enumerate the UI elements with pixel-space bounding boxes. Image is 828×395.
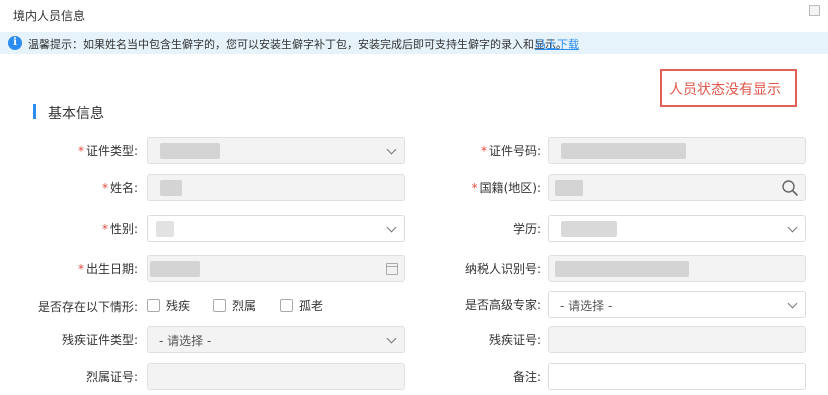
window-title: 境内人员信息 <box>13 9 86 23</box>
birth-date-input[interactable] <box>147 255 405 282</box>
id-number-label: * 证件号码: <box>480 144 541 158</box>
disability-cert-no-input[interactable] <box>548 326 806 353</box>
id-number-value-redacted <box>561 143 686 159</box>
chevron-down-icon <box>386 144 397 155</box>
senior-expert-select[interactable]: - 请选择 - <box>548 291 806 318</box>
gender-label: * 性别: <box>101 222 138 236</box>
disabled-checkbox[interactable] <box>147 299 160 312</box>
gender-select[interactable] <box>147 215 405 242</box>
disability-cert-type-label: 残疾证件类型: <box>61 333 138 347</box>
senior-expert-label: 是否高级专家: <box>464 298 541 312</box>
annotation-text: 人员状态没有显示 <box>669 82 781 98</box>
gender-value-redacted <box>156 221 174 237</box>
elderly-alone-checkbox[interactable] <box>280 299 293 312</box>
elderly-alone-checkbox-label: 孤老 <box>299 299 324 313</box>
martyr-family-checkbox[interactable] <box>213 299 226 312</box>
chevron-down-icon <box>386 333 397 344</box>
info-icon: i <box>8 36 22 50</box>
disability-cert-type-select[interactable]: - 请选择 - <box>147 326 405 353</box>
name-label: * 姓名: <box>101 181 138 195</box>
disability-cert-no-label: 残疾证号: <box>488 333 541 347</box>
martyr-cert-no-input[interactable] <box>147 363 405 390</box>
window-titlebar: 境内人员信息 <box>0 0 828 30</box>
disabled-checkbox-label: 残疾 <box>166 299 191 313</box>
window-restore-icon[interactable] <box>809 5 820 16</box>
calendar-icon[interactable] <box>386 263 398 275</box>
education-value-redacted <box>561 221 617 237</box>
name-value-redacted <box>160 180 182 196</box>
birth-date-value-redacted <box>150 261 200 277</box>
nationality-input[interactable] <box>548 174 806 201</box>
senior-expert-value: - 请选择 - <box>560 299 613 313</box>
section-accent-bar <box>33 104 36 119</box>
education-label: 学历: <box>512 222 541 236</box>
taxpayer-id-value-redacted <box>555 261 689 277</box>
name-input[interactable] <box>147 174 405 201</box>
id-type-select[interactable] <box>147 137 405 164</box>
special-status-label: 是否存在以下情形: <box>37 300 138 314</box>
annotation-box: 人员状态没有显示 <box>660 69 797 107</box>
notice-bar: i 温馨提示：如果姓名当中包含生僻字的，您可以安装生僻字补丁包，安装完成后即可支… <box>0 32 828 54</box>
download-link[interactable]: 马上下载 <box>535 36 579 52</box>
chevron-down-icon <box>787 222 798 233</box>
martyr-cert-no-label: 烈属证号: <box>85 370 138 384</box>
nationality-label: * 国籍(地区): <box>471 181 541 195</box>
search-icon[interactable] <box>781 179 799 197</box>
nationality-value-redacted <box>555 180 583 196</box>
id-type-label: * 证件类型: <box>77 144 138 158</box>
section-title: 基本信息 <box>48 106 104 122</box>
martyr-family-checkbox-label: 烈属 <box>232 299 257 313</box>
notice-text: 温馨提示：如果姓名当中包含生僻字的，您可以安装生僻字补丁包，安装完成后即可支持生… <box>28 38 567 51</box>
chevron-down-icon <box>386 222 397 233</box>
taxpayer-id-input[interactable] <box>548 255 806 282</box>
remark-label: 备注: <box>512 370 541 384</box>
birth-date-label: * 出生日期: <box>77 262 138 276</box>
id-number-input[interactable] <box>548 137 806 164</box>
education-select[interactable] <box>548 215 806 242</box>
id-type-value-redacted <box>160 143 220 159</box>
remark-input[interactable] <box>548 363 806 390</box>
disability-cert-type-value: - 请选择 - <box>159 334 212 348</box>
chevron-down-icon <box>787 298 798 309</box>
taxpayer-id-label: 纳税人识别号: <box>464 262 541 276</box>
